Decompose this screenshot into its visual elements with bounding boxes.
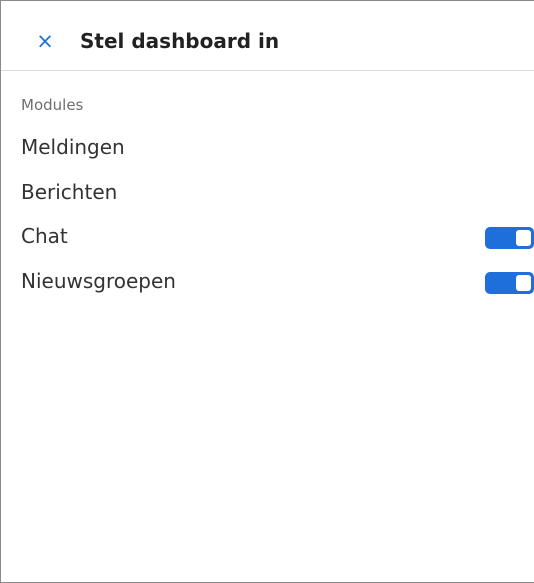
chat-toggle[interactable] bbox=[485, 227, 534, 249]
nieuwsgroepen-toggle-knob bbox=[516, 275, 531, 291]
dashboard-settings-panel: × Stel dashboard in Modules Meldingen Be… bbox=[0, 0, 534, 583]
module-label-berichten: Berichten bbox=[21, 180, 118, 204]
chat-toggle-knob bbox=[516, 230, 531, 246]
panel-header: × Stel dashboard in bbox=[1, 1, 534, 71]
module-row-chat: Chat bbox=[1, 220, 534, 256]
page-title: Stel dashboard in bbox=[80, 29, 280, 53]
module-label-nieuwsgroepen: Nieuwsgroepen bbox=[21, 269, 176, 293]
module-row-nieuwsgroepen: Nieuwsgroepen bbox=[1, 265, 534, 301]
module-row-berichten: Berichten bbox=[1, 176, 534, 212]
module-row-meldingen: Meldingen bbox=[1, 131, 534, 167]
nieuwsgroepen-toggle[interactable] bbox=[485, 272, 534, 294]
modules-section-label: Modules bbox=[21, 96, 84, 114]
close-icon[interactable]: × bbox=[36, 29, 54, 53]
module-label-meldingen: Meldingen bbox=[21, 135, 125, 159]
close-button[interactable]: × bbox=[31, 27, 59, 55]
module-label-chat: Chat bbox=[21, 224, 68, 248]
